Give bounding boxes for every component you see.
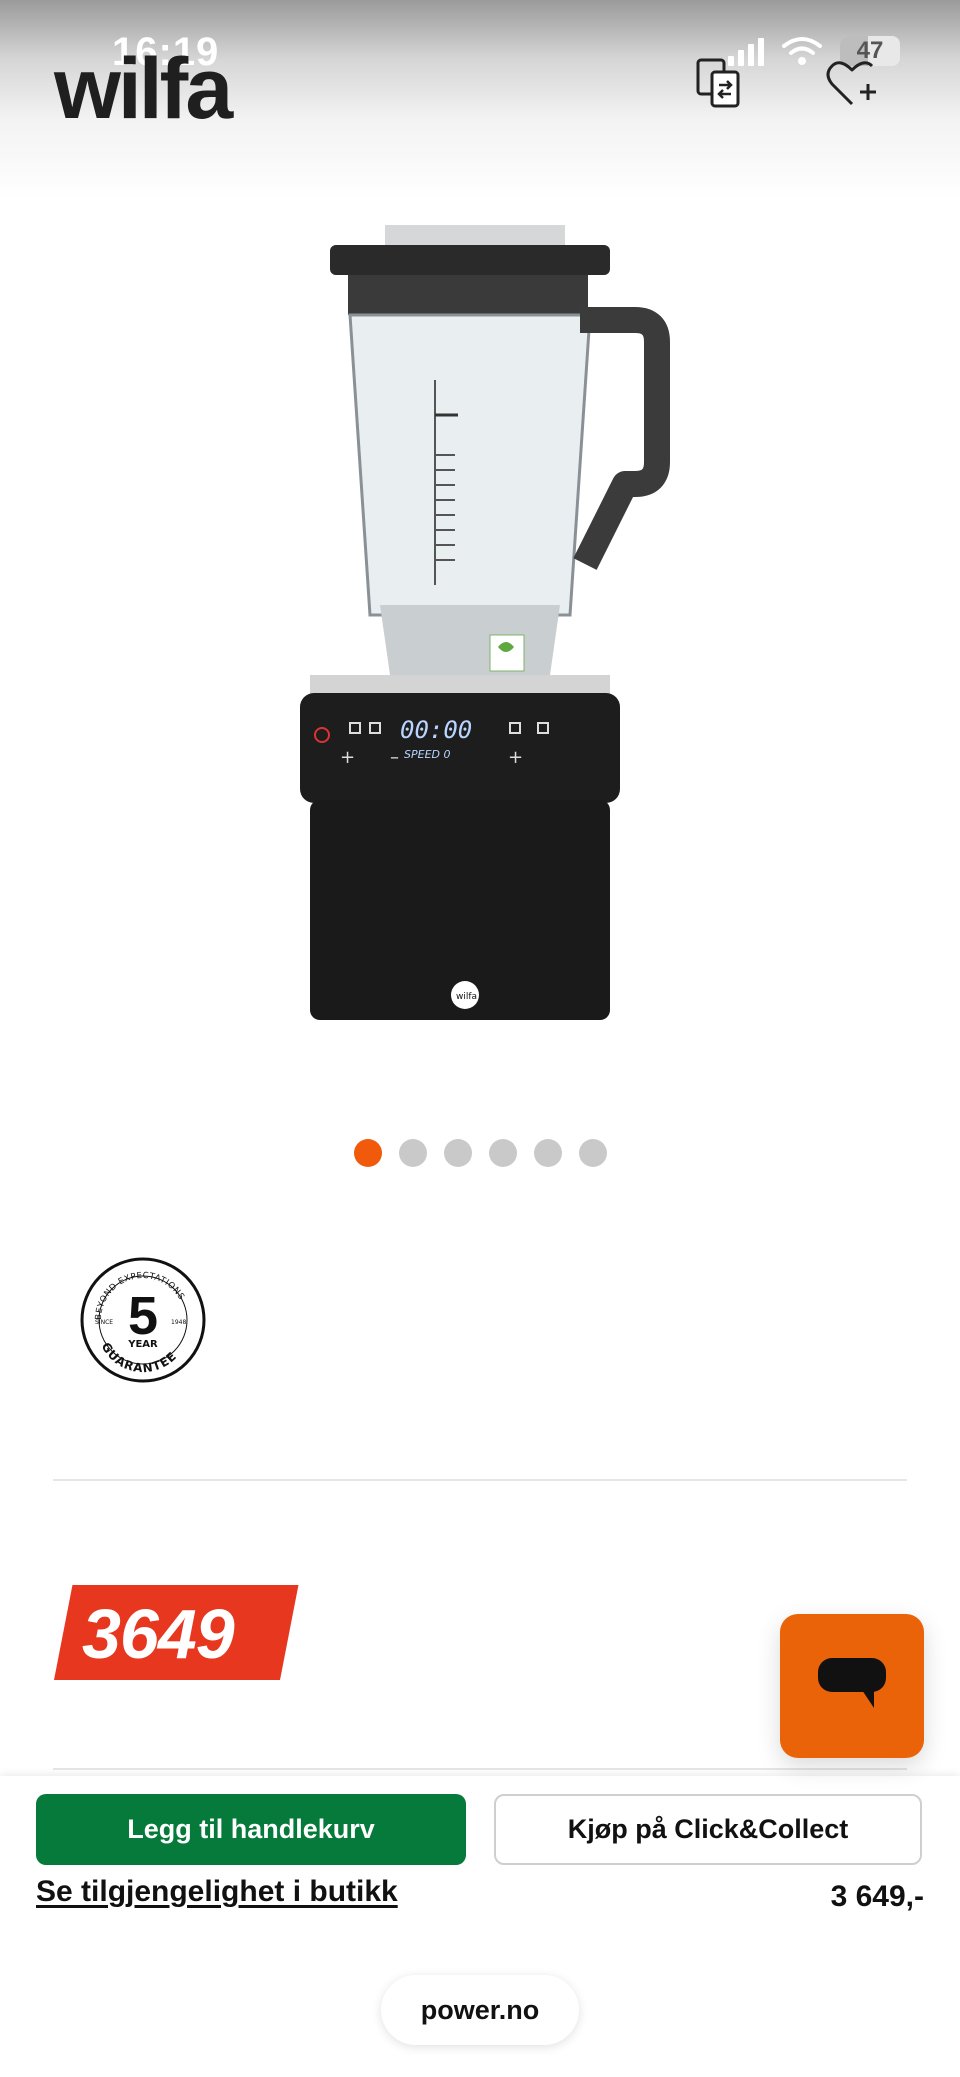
svg-text:–: – [390,747,399,768]
carousel-indicator [354,1139,607,1167]
guarantee-year-word: YEAR [127,1339,158,1350]
svg-text:+: + [340,747,355,768]
bottom-price: 3 649,- [830,1880,924,1913]
carousel-dot[interactable] [399,1139,427,1167]
price-badge-text: 3649 [82,1595,235,1673]
blender-product-image[interactable]: 00:00 SPEED 0 + – + wilfa [290,215,670,1045]
blender-display-speed: SPEED 0 [404,748,450,761]
guarantee-year-est: 1948 [171,1319,186,1326]
wishlist-add-icon[interactable] [822,52,882,112]
blender-display-time: 00:00 [400,716,472,744]
chat-bubble-icon [818,1658,886,1708]
carousel-dot[interactable] [489,1139,517,1167]
store-availability-link[interactable]: Se tilgjengelighet i butikk [36,1875,398,1909]
click-collect-button[interactable]: Kjøp på Click&Collect [494,1794,922,1865]
section-divider [53,1768,907,1770]
chat-button[interactable] [780,1614,924,1758]
carousel-dot[interactable] [354,1139,382,1167]
carousel-dot[interactable] [579,1139,607,1167]
guarantee-badge: BEYOND EXPECTATIONS GUARANTEE 5 YEAR SIN… [80,1257,206,1383]
guarantee-since: SINCE [95,1319,113,1326]
carousel-dot[interactable] [444,1139,472,1167]
svg-text:+: + [508,747,523,768]
add-to-cart-button[interactable]: Legg til handlekurv [36,1794,466,1865]
section-divider [53,1479,907,1481]
guarantee-years: 5 [128,1286,158,1346]
svg-text:wilfa: wilfa [456,992,477,1002]
brand-logo[interactable]: wilfa [54,46,233,132]
compare-icon[interactable] [690,52,750,112]
carousel-dot[interactable] [534,1139,562,1167]
browser-url-pill[interactable]: power.no [381,1975,579,2045]
wifi-icon [782,37,822,65]
